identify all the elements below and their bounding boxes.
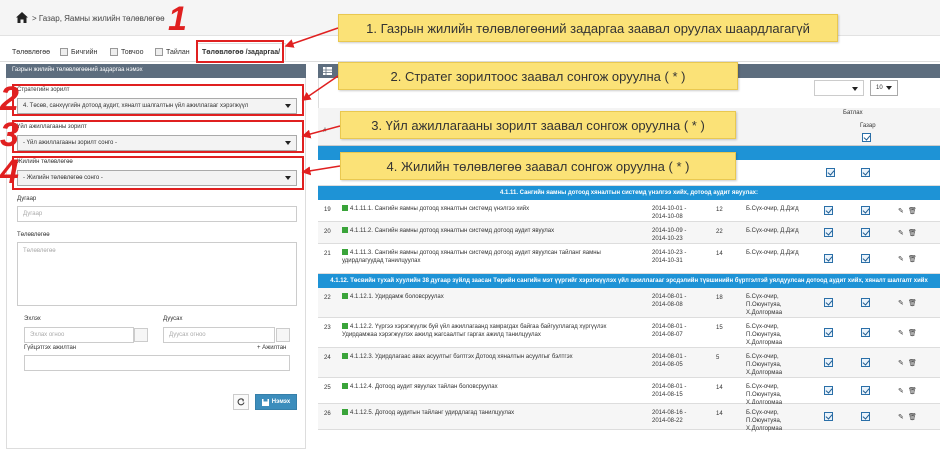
callout-1: 1. Газрын жилийн төлөвлөгөөний задаргаа …: [338, 14, 838, 42]
callout-4: 4. Жилийн төлөвлөгөө заавал сонгож оруул…: [340, 152, 736, 180]
callout-3: 3. Үйл ажиллагааны зорилт заавал сонгож …: [340, 111, 736, 139]
callout-2: 2. Стратег зорилтоос заавал сонгож оруул…: [338, 62, 738, 90]
